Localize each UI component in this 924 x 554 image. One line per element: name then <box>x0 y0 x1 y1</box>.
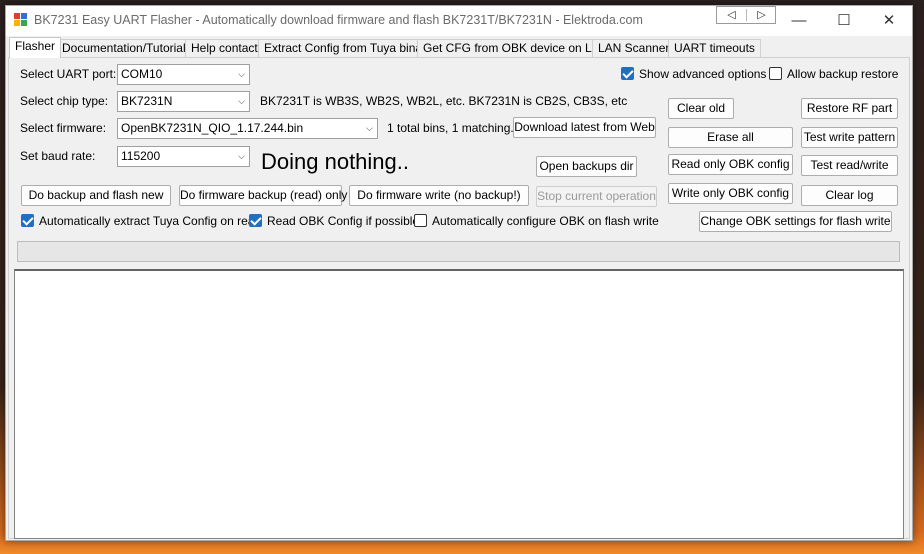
change-obk-settings-button[interactable]: Change OBK settings for flash write <box>699 211 892 232</box>
checkbox-checked-icon <box>249 214 262 227</box>
read-only-obk-button[interactable]: Read only OBK config <box>668 154 793 175</box>
erase-all-button[interactable]: Erase all <box>668 127 793 148</box>
read-obk-config-checkbox[interactable]: Read OBK Config if possible <box>249 214 419 228</box>
chip-type-value: BK7231N <box>121 94 173 108</box>
minimize-button[interactable]: — <box>776 10 822 32</box>
auto-configure-obk-label: Automatically configure OBK on flash wri… <box>432 214 659 228</box>
firmware-label: Select firmware: <box>20 121 107 135</box>
restore-rf-button[interactable]: Restore RF part <box>801 98 898 119</box>
baud-rate-select[interactable]: 115200 ⌵ <box>117 146 250 167</box>
checkbox-checked-icon <box>21 214 34 227</box>
chevron-down-icon: ⌵ <box>238 69 245 79</box>
status-text: Doing nothing.. <box>261 149 409 174</box>
download-latest-button[interactable]: Download latest from Web <box>513 117 656 138</box>
nav-next-icon[interactable]: ▷ <box>747 7 776 23</box>
tab-documentation[interactable]: Documentation/Tutorials <box>56 39 198 57</box>
tab-extract-config[interactable]: Extract Config from Tuya binary <box>258 39 439 57</box>
tab-get-cfg-lan[interactable]: Get CFG from OBK device on LAN <box>417 39 615 57</box>
tab-help-contact[interactable]: Help contact <box>185 39 264 57</box>
checkbox-checked-icon <box>621 67 634 80</box>
clear-old-button[interactable]: Clear old <box>668 98 734 119</box>
uart-port-label: Select UART port: <box>20 67 117 81</box>
stop-operation-button[interactable]: Stop current operation <box>536 186 657 207</box>
tab-lan-scanner[interactable]: LAN Scanner <box>592 39 676 57</box>
uart-port-value: COM10 <box>121 67 163 81</box>
test-write-pattern-button[interactable]: Test write pattern <box>801 127 898 148</box>
tab-uart-timeouts[interactable]: UART timeouts <box>668 39 761 57</box>
window-title: BK7231 Easy UART Flasher - Automatically… <box>34 13 643 27</box>
chip-info-text: BK7231T is WB3S, WB2S, WB2L, etc. BK7231… <box>260 94 628 108</box>
close-button[interactable]: ✕ <box>866 10 912 32</box>
main-window: BK7231 Easy UART Flasher - Automatically… <box>5 5 913 541</box>
baud-rate-label: Set baud rate: <box>20 149 96 163</box>
progress-bar <box>17 241 900 262</box>
firmware-value: OpenBK7231N_QIO_1.17.244.bin <box>121 121 304 135</box>
auto-extract-tuya-label: Automatically extract Tuya Config on rea… <box>39 214 262 228</box>
nav-prev-icon[interactable]: ◁ <box>717 7 746 23</box>
test-read-write-button[interactable]: Test read/write <box>801 155 898 176</box>
show-advanced-label: Show advanced options <box>639 67 767 81</box>
firmware-info-text: 1 total bins, 1 matching. <box>387 121 514 135</box>
allow-backup-restore-checkbox[interactable]: Allow backup restore <box>769 67 898 81</box>
open-backups-dir-button[interactable]: Open backups dir <box>536 156 637 177</box>
firmware-select[interactable]: OpenBK7231N_QIO_1.17.244.bin ⌵ <box>117 118 378 139</box>
uart-port-select[interactable]: COM10 ⌵ <box>117 64 250 85</box>
chevron-down-icon: ⌵ <box>366 123 373 133</box>
allow-backup-restore-label: Allow backup restore <box>787 67 899 81</box>
maximize-button[interactable]: ☐ <box>821 10 867 32</box>
app-icon <box>14 13 28 27</box>
firmware-write-button[interactable]: Do firmware write (no backup!) <box>349 185 529 206</box>
chevron-down-icon: ⌵ <box>238 96 245 106</box>
checkbox-unchecked-icon <box>769 67 782 80</box>
title-bar[interactable]: BK7231 Easy UART Flasher - Automatically… <box>6 6 912 36</box>
write-only-obk-button[interactable]: Write only OBK config <box>668 183 793 204</box>
show-advanced-checkbox[interactable]: Show advanced options <box>621 67 766 81</box>
backup-and-flash-button[interactable]: Do backup and flash new <box>21 185 171 206</box>
tab-flasher[interactable]: Flasher <box>9 37 62 58</box>
firmware-backup-button[interactable]: Do firmware backup (read) only <box>179 185 347 206</box>
nav-arrows: ◁ ▷ <box>716 6 776 24</box>
auto-configure-obk-checkbox[interactable]: Automatically configure OBK on flash wri… <box>414 214 659 228</box>
clear-log-button[interactable]: Clear log <box>801 185 898 206</box>
tab-strip: Flasher Documentation/Tutorials Help con… <box>8 37 912 58</box>
chevron-down-icon: ⌵ <box>238 151 245 161</box>
baud-rate-value: 115200 <box>121 149 161 163</box>
auto-extract-tuya-checkbox[interactable]: Automatically extract Tuya Config on rea… <box>21 214 261 228</box>
log-textbox[interactable] <box>14 269 904 539</box>
read-obk-config-label: Read OBK Config if possible <box>267 214 420 228</box>
chip-type-label: Select chip type: <box>20 94 109 108</box>
chip-type-select[interactable]: BK7231N ⌵ <box>117 91 250 112</box>
checkbox-unchecked-icon <box>414 214 427 227</box>
